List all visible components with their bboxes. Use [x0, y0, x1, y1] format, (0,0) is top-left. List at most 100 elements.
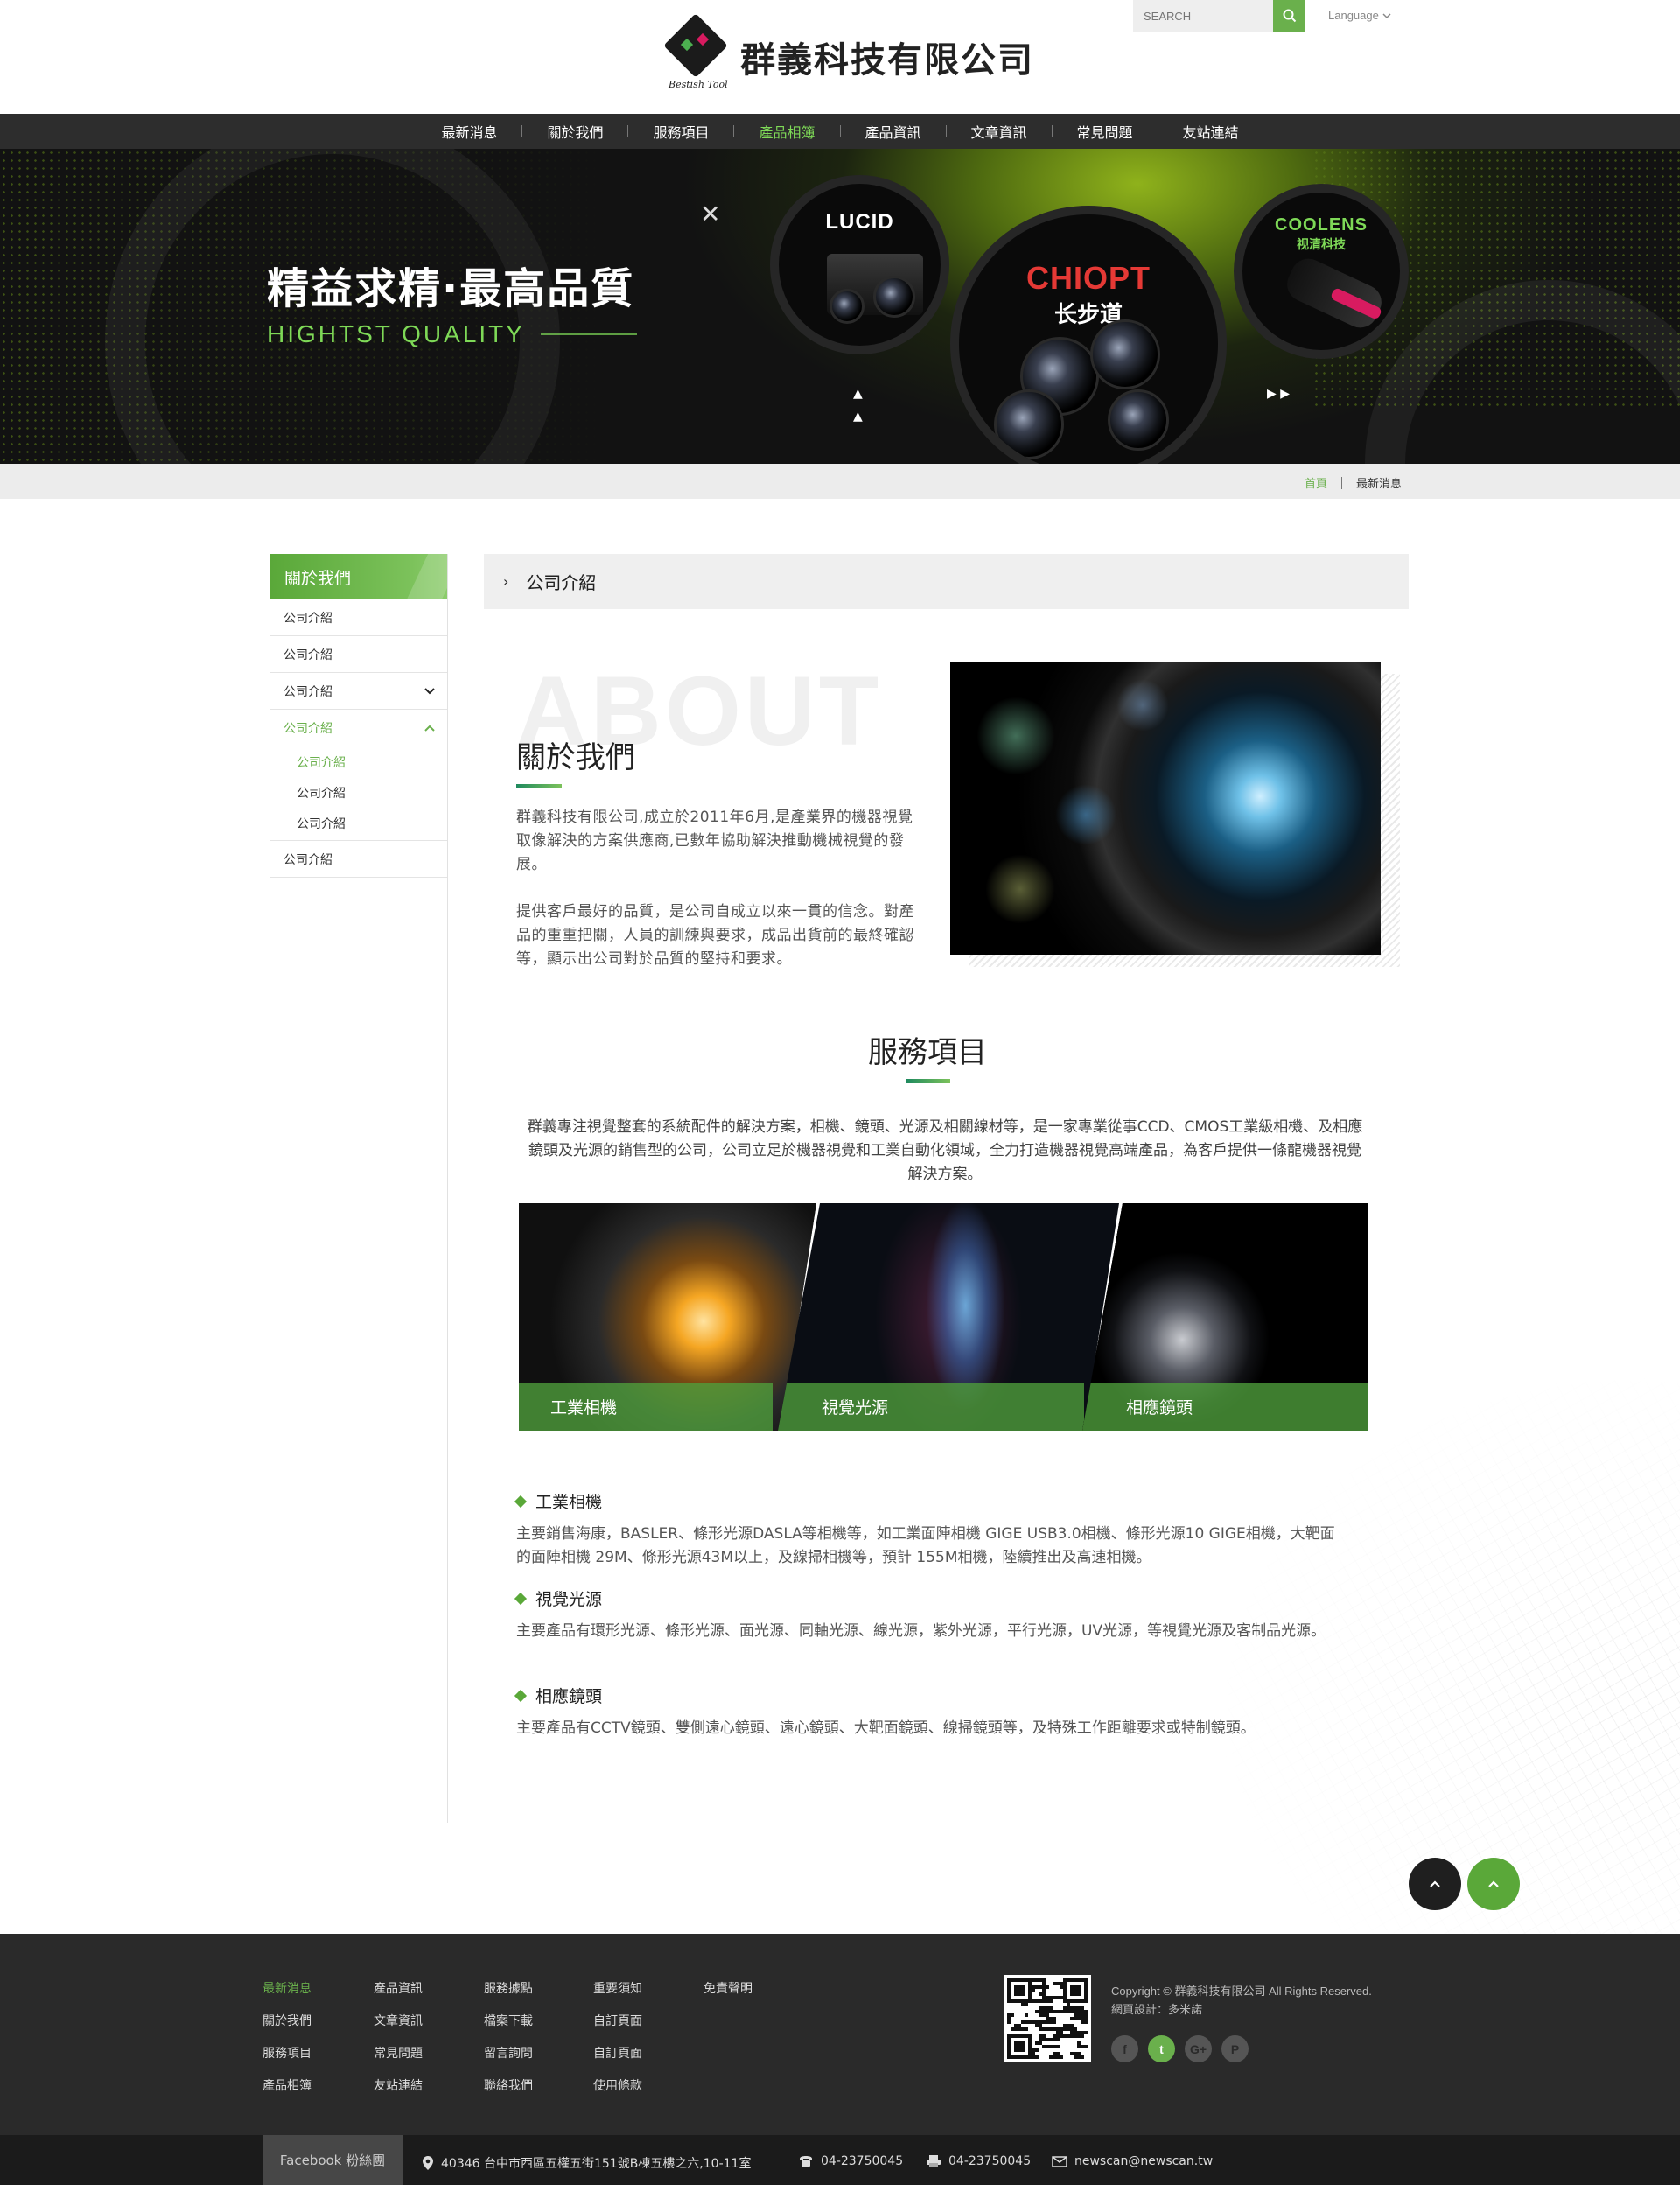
nav-item-services[interactable]: 服務項目 [628, 121, 733, 142]
nav-item-about[interactable]: 關於我們 [522, 121, 627, 142]
twitter-icon[interactable]: t [1148, 2035, 1175, 2062]
diamond-bullet-icon [514, 1592, 528, 1605]
site-header: Bestish Tool 群義科技有限公司 Language [0, 0, 1680, 114]
chevron-up-icon [424, 725, 435, 732]
footer-col-3: 服務據點 檔案下載 留言詢問 聯絡我們 [484, 1979, 533, 2109]
nav-item-articles[interactable]: 文章資訊 [947, 121, 1052, 142]
footer-link[interactable]: 聯絡我們 [484, 2076, 533, 2109]
service-panel-light[interactable]: 視覺光源 [778, 1203, 1119, 1431]
breadcrumb-bar: 首頁 最新消息 [0, 464, 1680, 499]
site-logo[interactable]: Bestish Tool 群義科技有限公司 [663, 13, 1034, 96]
diamond-bullet-icon [514, 1689, 528, 1702]
hero-banner: 精益求精·最高品質 HIGHTST QUALITY ✕ LUCID CHIOPT… [0, 149, 1680, 464]
nav-item-links[interactable]: 友站連結 [1158, 121, 1264, 142]
sidebar-item-3[interactable]: 公司介紹 [270, 673, 447, 710]
google-plus-icon[interactable]: G+ [1185, 2035, 1212, 2062]
footer-fax: 04-23750045 [926, 2154, 1031, 2168]
footer-link[interactable]: 服務項目 [262, 2044, 312, 2076]
sidebar-subitem-1[interactable]: 公司介紹 [270, 746, 447, 777]
sidebar-subitem-3[interactable]: 公司介紹 [270, 808, 447, 838]
brand-name-chiopt: CHIOPT [1026, 260, 1151, 296]
service-item-text: 主要銷售海康，BASLER、條形光源DASLA等相機等，如工業面陣相機 GIGE… [516, 1525, 1335, 1566]
service-item-text: 主要產品有環形光源、條形光源、面光源、同軸光源、線光源，紫外光源，平行光源，UV… [516, 1622, 1326, 1640]
footer-link[interactable]: 重要須知 [593, 1979, 642, 2012]
services-description: 群義專注視覺整套的系統配件的解決方案，相機、鏡頭、光源及相關線材等，是一家專業從… [527, 1118, 1363, 1183]
service-item-title: 視覺光源 [514, 1586, 602, 1610]
main-nav: 最新消息 關於我們 服務項目 產品相簿 產品資訊 文章資訊 常見問題 友站連結 [0, 114, 1680, 149]
sidebar-title: 關於我們 [270, 554, 447, 599]
sidebar-item-1[interactable]: 公司介紹 [270, 599, 447, 636]
nav-item-faq[interactable]: 常見問題 [1053, 121, 1158, 142]
service-panel-label: 視覺光源 [778, 1383, 1084, 1431]
footer-link[interactable]: 最新消息 [262, 1979, 312, 2012]
sidebar: 關於我們 公司介紹 公司介紹 公司介紹 公司介紹 公司介紹 公司介紹 公司介紹 … [270, 554, 447, 878]
close-icon[interactable]: ✕ [700, 200, 720, 228]
banner-subtitle: HIGHTST QUALITY [267, 320, 637, 348]
slide-up-arrow-icon[interactable]: ▲ [853, 387, 863, 401]
footer-link[interactable]: 產品資訊 [374, 1979, 423, 2012]
design-credit[interactable]: 網頁設計：多米諾 [1111, 2000, 1372, 2019]
footer-col-4: 重要須知 自訂頁面 自訂頁面 使用條款 [593, 1979, 642, 2109]
company-name: 群義科技有限公司 [740, 40, 1034, 81]
language-label: Language [1328, 9, 1379, 22]
footer-col-2: 產品資訊 文章資訊 常見問題 友站連結 [374, 1979, 423, 2109]
search-input[interactable] [1133, 0, 1273, 32]
about-paragraph-2: 提供客戶最好的品質，是公司自成立以來一貫的信念。對產品的重重把關，人員的訓練與要… [516, 903, 914, 968]
sidebar-subitem-2[interactable]: 公司介紹 [270, 777, 447, 808]
slide-up-arrow-icon[interactable]: ▲ [853, 410, 863, 424]
facebook-fanpage-button[interactable]: Facebook 粉絲團 [262, 2135, 402, 2185]
footer-link[interactable]: 使用條款 [593, 2076, 642, 2109]
pinterest-icon[interactable]: P [1222, 2035, 1249, 2062]
footer-link[interactable]: 關於我們 [262, 2012, 312, 2044]
sidebar-item-2[interactable]: 公司介紹 [270, 636, 447, 673]
footer-link[interactable]: 服務據點 [484, 1979, 533, 2012]
nav-item-album[interactable]: 產品相簿 [734, 121, 839, 142]
brand-name-lucid: LUCID [825, 210, 894, 234]
breadcrumb-current: 最新消息 [1355, 478, 1402, 491]
printer-icon [927, 2155, 941, 2167]
service-item-title: 工業相機 [514, 1489, 602, 1513]
phone-icon [800, 2156, 812, 2167]
nav-item-products[interactable]: 產品資訊 [841, 121, 946, 142]
brand-circle-chiopt[interactable]: CHIOPT 长步道 [950, 206, 1227, 464]
footer-link[interactable]: 文章資訊 [374, 2012, 423, 2044]
brand-circle-coolens[interactable]: COOLENS 视清科技 [1234, 184, 1409, 359]
footer-col-5: 免責聲明 [704, 1979, 752, 2012]
breadcrumb-home[interactable]: 首頁 [1305, 474, 1327, 491]
brand-circle-lucid[interactable]: LUCID [770, 175, 949, 354]
sidebar-item-5[interactable]: 公司介紹 [270, 841, 447, 878]
scroll-up-button[interactable] [1467, 1858, 1520, 1910]
chevron-down-icon [1382, 12, 1391, 18]
chevron-up-icon [1430, 1880, 1440, 1887]
map-pin-icon [423, 2156, 433, 2170]
title-underline [516, 784, 562, 788]
footer-email: newscan@newscan.tw [1052, 2154, 1213, 2168]
footer-link[interactable]: 自訂頁面 [593, 2044, 642, 2076]
chevron-right-icon: › [503, 573, 509, 590]
footer-link[interactable]: 產品相簿 [262, 2076, 312, 2109]
sidebar-submenu: 公司介紹 公司介紹 公司介紹 [270, 746, 447, 841]
nav-item-news[interactable]: 最新消息 [416, 121, 522, 142]
footer-link[interactable]: 常見問題 [374, 2044, 423, 2076]
footer-link[interactable]: 留言詢問 [484, 2044, 533, 2076]
footer-link[interactable]: 自訂頁面 [593, 2012, 642, 2044]
service-panel-camera[interactable]: 工業相機 [519, 1203, 816, 1431]
sidebar-item-4[interactable]: 公司介紹 [270, 710, 447, 746]
facebook-icon[interactable]: f [1111, 2035, 1138, 2062]
footer-col-1: 最新消息 關於我們 服務項目 產品相簿 [262, 1979, 312, 2109]
breadcrumb: 首頁 最新消息 [1305, 474, 1402, 491]
language-selector[interactable]: Language [1328, 9, 1391, 22]
section-header: › 公司介紹 [484, 554, 1409, 609]
about-paragraph-1: 群義科技有限公司,成立於2011年6月,是產業界的機器視覺取像解決的方案供應商,… [516, 809, 914, 873]
background-mesh [1208, 1365, 1680, 1934]
site-footer [0, 1934, 1680, 2135]
footer-link[interactable]: 檔案下載 [484, 2012, 533, 2044]
slide-next-arrow-icon[interactable]: ▶ ▶ [1267, 387, 1290, 401]
sidebar-divider [447, 554, 448, 1823]
search-button[interactable] [1273, 0, 1306, 32]
copyright-block: Copyright © 群義科技有限公司 All Rights Reserved… [1111, 1982, 1372, 2019]
brand-sub-coolens: 视清科技 [1297, 238, 1346, 252]
footer-link[interactable]: 友站連結 [374, 2076, 423, 2109]
footer-link[interactable]: 免責聲明 [704, 1979, 752, 2012]
scroll-top-button[interactable] [1409, 1858, 1461, 1910]
